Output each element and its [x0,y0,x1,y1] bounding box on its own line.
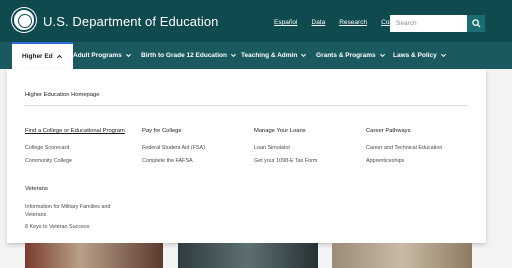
link-career-technical-education[interactable]: Career and Technical Education [366,145,442,151]
link-8-keys-veteran-success[interactable]: 8 Keys to Veteran Success [25,224,89,230]
nav-item-label: Birth to Grade 12 Education [141,52,227,59]
nav-item-label: Teaching & Admin [241,52,298,59]
department-seal-logo[interactable] [12,8,36,32]
chevron-down-icon [379,53,385,58]
column-heading-career-pathways[interactable]: Career Pathways [366,128,410,134]
chevron-down-icon [125,53,131,58]
nav-item-teaching-admin[interactable]: Teaching & Admin [241,42,307,69]
nav-item-higher-ed[interactable]: Higher Ed [12,42,73,69]
utility-link-research[interactable]: Research [339,19,367,26]
link-military-families-veterans[interactable]: Information for Military Families and Ve… [25,203,125,219]
divider [25,105,468,106]
nav-item-birth-to-grade-12[interactable]: Birth to Grade 12 Education [141,42,237,69]
hero-photo-left [25,243,163,268]
column-heading-pay-for-college[interactable]: Pay for College [142,128,182,134]
veterans-heading[interactable]: Veterans [25,186,48,192]
nav-item-laws-policy[interactable]: Laws & Policy [393,42,447,69]
site-header: U.S. Department of Education Español Dat… [0,0,512,42]
chevron-down-icon [440,53,446,58]
column-heading-manage-loans[interactable]: Manage Your Loans [254,128,306,134]
link-apprenticeships[interactable]: Apprenticeships [366,158,404,164]
hero-photo-middle [178,243,318,268]
higher-education-homepage-link[interactable]: Higher Education Homepage [25,92,99,98]
chevron-down-icon [301,53,307,58]
utility-link-espanol[interactable]: Español [274,19,298,26]
link-1098e-tax-form[interactable]: Get your 1098-E Tax Form [254,158,317,164]
nav-item-adult-programs[interactable]: Adult Programs [73,42,132,69]
link-college-scorecard[interactable]: College Scorecard [25,145,69,151]
link-community-college[interactable]: Community College [25,158,72,164]
chevron-up-icon [56,54,62,59]
agency-name[interactable]: U.S. Department of Education [43,14,219,29]
nav-item-label: Higher Ed [22,53,53,60]
nav-item-grants-programs[interactable]: Grants & Programs [316,42,386,69]
chevron-down-icon [230,53,237,58]
search-icon [471,19,481,28]
link-federal-student-aid[interactable]: Federal Student Aid (FSA) [142,145,205,151]
column-heading-find-college[interactable]: Find a College or Educational Program [25,128,125,134]
search-input[interactable] [390,15,467,32]
main-nav: Higher Ed Adult Programs Birth to Grade … [0,42,512,69]
higher-ed-dropdown: Higher Education Homepage Find a College… [7,69,486,243]
nav-item-label: Grants & Programs [316,52,376,59]
utility-link-data[interactable]: Data [312,19,326,26]
hero-photo-right [332,243,472,268]
link-complete-fafsa[interactable]: Complete the FAFSA [142,158,193,164]
search-button[interactable] [467,15,485,32]
link-loan-simulator[interactable]: Loan Simulator [254,145,290,151]
nav-item-label: Adult Programs [73,52,122,59]
nav-item-label: Laws & Policy [393,52,437,59]
